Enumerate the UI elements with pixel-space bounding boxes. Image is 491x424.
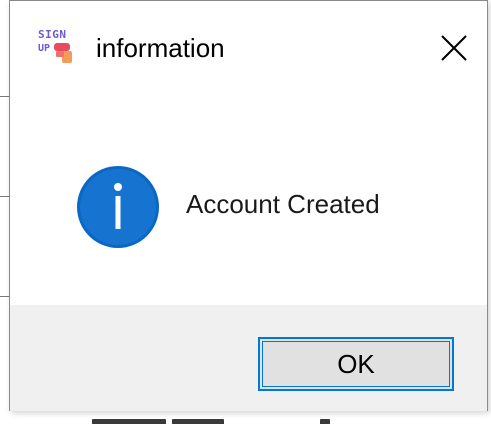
close-button[interactable] (431, 25, 477, 71)
svg-text:SIGN: SIGN (38, 28, 67, 41)
background-window-edge (0, 96, 9, 97)
message-text: Account Created (186, 189, 380, 219)
background-window-text (92, 412, 412, 424)
sign-up-logo-icon: SIGN UP (38, 28, 72, 63)
information-icon (77, 166, 159, 248)
message-area: Account Created (10, 97, 487, 305)
button-bar: OK (10, 305, 487, 411)
message-box-dialog: SIGN UP information Account Created OK (9, 0, 488, 411)
background-window-edge (0, 296, 9, 297)
dialog-title: information (96, 33, 225, 63)
close-icon (441, 35, 467, 61)
ok-button[interactable]: OK (258, 337, 454, 391)
title-bar: SIGN UP information (10, 1, 487, 97)
svg-text:UP: UP (38, 43, 50, 54)
screen: SIGN UP information Account Created OK (0, 0, 491, 424)
background-window-edge (0, 196, 9, 197)
ok-button-label: OK (337, 348, 375, 379)
